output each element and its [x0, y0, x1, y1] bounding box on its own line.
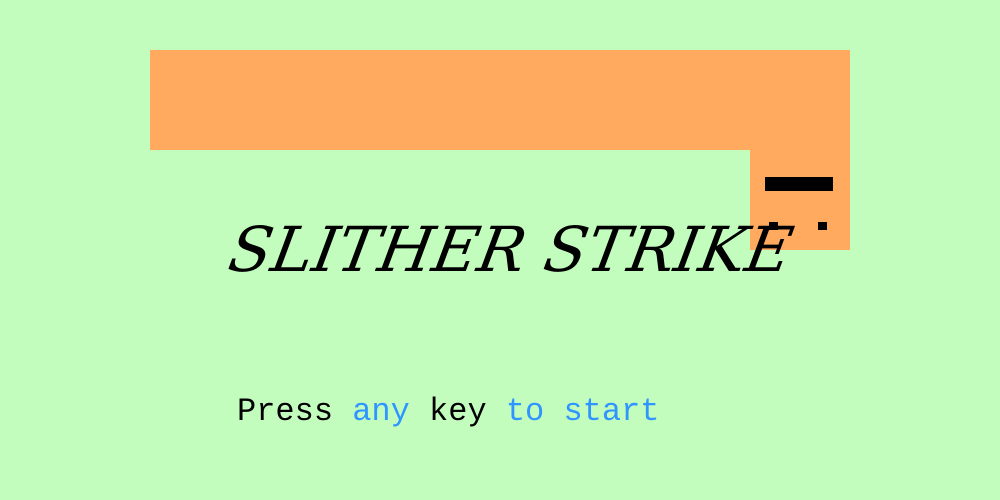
snake-body-segment [150, 50, 850, 150]
prompt-word-key: key [429, 393, 487, 430]
prompt-word-to-start: to start [505, 393, 660, 430]
prompt-word-any: any [352, 393, 410, 430]
start-screen[interactable]: SLITHER STRIKE Press any key to start [0, 0, 1000, 500]
game-title: SLITHER STRIKE [223, 213, 799, 286]
snake-mouth-icon [765, 177, 833, 191]
snake-eye-right-icon [818, 222, 827, 230]
start-prompt: Press any key to start [237, 391, 797, 433]
prompt-word-press: Press [237, 393, 334, 430]
